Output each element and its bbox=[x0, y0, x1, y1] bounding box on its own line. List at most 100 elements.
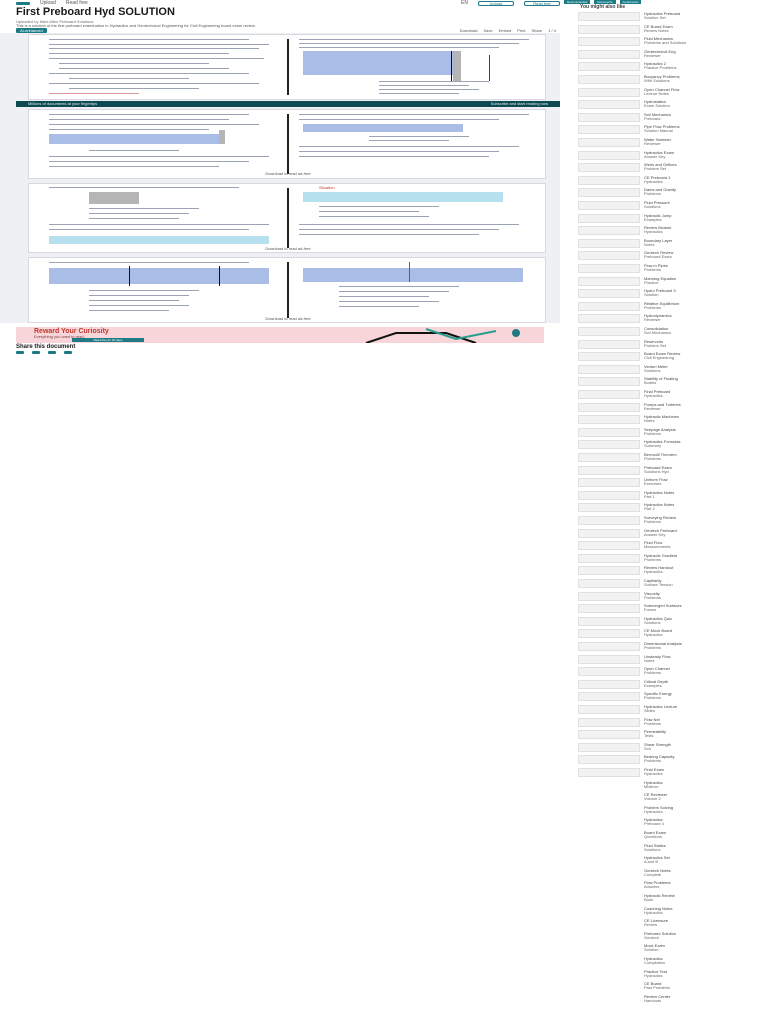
recommendation-item[interactable]: Preboard Solution Geotech bbox=[578, 932, 758, 941]
recommendation-item[interactable]: Fluid Flow Measurements bbox=[578, 541, 758, 551]
recommendation-item[interactable]: Hydraulics Preboard 4 bbox=[578, 818, 758, 827]
document-thumbnail[interactable] bbox=[578, 692, 640, 702]
recommendation-item[interactable]: Buoyancy Problems With Solutions bbox=[578, 75, 758, 84]
recommendation-item[interactable]: Open Channel Problems bbox=[578, 667, 758, 677]
document-thumbnail[interactable] bbox=[578, 402, 640, 412]
recommendation-item[interactable]: CE Mock Board Hydraulics bbox=[578, 629, 758, 639]
document-thumbnail[interactable] bbox=[578, 62, 640, 72]
recommendation-item[interactable]: Consolidation Soil Mechanics bbox=[578, 327, 758, 336]
read-free-button[interactable]: Read free bbox=[524, 0, 560, 6]
recommendation-item[interactable]: Hydrodynamics Reviewer bbox=[578, 314, 758, 324]
recommendation-item[interactable]: Soil Mechanics Preboard bbox=[578, 112, 758, 122]
recommendation-item[interactable]: Viscosity Problems bbox=[578, 591, 758, 601]
nav-link-upload[interactable]: Upload bbox=[40, 0, 56, 6]
recommendation-item[interactable]: Reservoirs Problem Set bbox=[578, 339, 758, 349]
document-thumbnail[interactable] bbox=[578, 604, 640, 614]
document-thumbnail[interactable] bbox=[578, 453, 640, 462]
recommendation-item[interactable]: Hydraulics Set A and B bbox=[578, 856, 758, 865]
promo-cta-button[interactable]: Read free for 30 days bbox=[72, 338, 144, 342]
read-more-link[interactable]: Download to read ad-free bbox=[29, 172, 547, 176]
document-thumbnail[interactable] bbox=[578, 415, 640, 425]
document-thumbnail[interactable] bbox=[578, 654, 640, 664]
recommendation-item[interactable]: Manning Equation Practice bbox=[578, 276, 758, 286]
document-thumbnail[interactable] bbox=[578, 138, 640, 147]
recommendation-item[interactable]: Bearing Capacity Problems bbox=[578, 755, 758, 765]
recommendation-item[interactable]: Final Preboard Hydraulics bbox=[578, 390, 758, 399]
recommendation-item[interactable]: Fluid Mechanics Problems and Solutions bbox=[578, 37, 758, 47]
document-thumbnail[interactable] bbox=[578, 175, 640, 185]
recommendation-item[interactable]: Geotechnical Eng Reviewer bbox=[578, 49, 758, 59]
document-thumbnail[interactable] bbox=[578, 251, 640, 261]
recommendation-item[interactable]: Pumps and Turbines Reviewer bbox=[578, 402, 758, 412]
banner-right-text[interactable]: Subscribe and start reading now bbox=[491, 102, 548, 106]
document-thumbnail[interactable] bbox=[578, 755, 640, 765]
upload-button[interactable]: Upload bbox=[478, 0, 514, 6]
recommendation-item[interactable]: Hydro Preboard 3 Solution bbox=[578, 289, 758, 299]
recommendation-item[interactable]: Hydraulics 2 Practice Problems bbox=[578, 62, 758, 72]
recommendation-item[interactable]: Hydraulics Formulas Summary bbox=[578, 440, 758, 450]
recommendation-item[interactable]: Flow in Pipes Problems bbox=[578, 264, 758, 273]
document-thumbnail[interactable] bbox=[578, 679, 640, 689]
document-thumbnail[interactable] bbox=[578, 301, 640, 311]
recommendation-item[interactable]: Flow Problems Answers bbox=[578, 881, 758, 890]
document-thumbnail[interactable] bbox=[578, 717, 640, 727]
recommendation-item[interactable]: Problem Solving Hydraulics bbox=[578, 806, 758, 815]
recommendation-item[interactable]: Hydrostatics Exam Solution bbox=[578, 100, 758, 110]
facebook-icon[interactable] bbox=[16, 351, 24, 354]
recommendation-item[interactable]: Final Exam Hydraulics bbox=[578, 768, 758, 777]
mail-icon[interactable] bbox=[64, 351, 72, 354]
document-thumbnail[interactable] bbox=[578, 289, 640, 299]
recommendation-item[interactable]: Practice Test Hydraulics bbox=[578, 970, 758, 979]
recommendation-item[interactable]: Board Exam Questions bbox=[578, 831, 758, 840]
recommendation-item[interactable]: Stability of Floating Bodies bbox=[578, 377, 758, 387]
document-thumbnail[interactable] bbox=[578, 264, 640, 273]
recommendation-item[interactable]: Unsteady Flow Notes bbox=[578, 654, 758, 664]
document-thumbnail[interactable] bbox=[578, 75, 640, 84]
document-thumbnail[interactable] bbox=[578, 390, 640, 399]
document-thumbnail[interactable] bbox=[578, 667, 640, 677]
language-selector[interactable]: EN bbox=[461, 0, 468, 6]
document-thumbnail[interactable] bbox=[578, 742, 640, 752]
recommendation-item[interactable]: Weirs and Orifices Problem Set bbox=[578, 163, 758, 173]
document-thumbnail[interactable] bbox=[578, 364, 640, 374]
recommendation-item[interactable]: Submerged Surfaces Forces bbox=[578, 604, 758, 614]
recommendation-item[interactable]: Coaching Notes Hydraulics bbox=[578, 907, 758, 916]
recommendation-item[interactable]: Dams and Gravity Problems bbox=[578, 188, 758, 198]
recommendation-item[interactable]: Hydraulics Exam Answer Key bbox=[578, 150, 758, 160]
document-thumbnail[interactable] bbox=[578, 516, 640, 525]
document-thumbnail[interactable] bbox=[578, 591, 640, 601]
document-thumbnail[interactable] bbox=[578, 188, 640, 198]
recommendation-item[interactable]: Open Channel Flow Lecture Notes bbox=[578, 87, 758, 97]
recommendation-item[interactable]: Review Center Handouts bbox=[578, 995, 758, 1004]
document-thumbnail[interactable] bbox=[578, 465, 640, 475]
linkedin-icon[interactable] bbox=[48, 351, 56, 354]
recommendation-item[interactable]: Geotech Preboard Answer Key bbox=[578, 528, 758, 538]
document-thumbnail[interactable] bbox=[578, 352, 640, 362]
document-thumbnail[interactable] bbox=[578, 339, 640, 349]
recommendation-item[interactable]: Hydraulics Lecture Slides bbox=[578, 705, 758, 714]
recommendation-item[interactable]: Dimensional Analysis Problems bbox=[578, 642, 758, 651]
document-thumbnail[interactable] bbox=[578, 427, 640, 437]
recommendation-item[interactable]: Flow Net Problems bbox=[578, 717, 758, 727]
recommendation-item[interactable]: Hydraulics Compilation bbox=[578, 957, 758, 966]
read-more-link[interactable]: Download to read ad-free bbox=[29, 247, 547, 251]
document-thumbnail[interactable] bbox=[578, 616, 640, 626]
recommendation-item[interactable]: Mock Exam Solution bbox=[578, 944, 758, 953]
recommendation-item[interactable]: Geotech Review Preboard Exam bbox=[578, 251, 758, 261]
document-thumbnail[interactable] bbox=[578, 314, 640, 324]
document-thumbnail[interactable] bbox=[578, 478, 640, 488]
document-thumbnail[interactable] bbox=[578, 226, 640, 236]
document-thumbnail[interactable] bbox=[578, 213, 640, 223]
read-more-link[interactable]: Download to read ad-free bbox=[29, 317, 547, 321]
recommendation-item[interactable]: CE Preboard 2 Hydraulics bbox=[578, 175, 758, 185]
recommendation-item[interactable]: Bernoulli Theorem Problems bbox=[578, 453, 758, 462]
document-thumbnail[interactable] bbox=[578, 49, 640, 59]
document-thumbnail[interactable] bbox=[578, 730, 640, 740]
recommendation-item[interactable]: Permeability Tests bbox=[578, 730, 758, 740]
document-thumbnail[interactable] bbox=[578, 37, 640, 47]
document-thumbnail[interactable] bbox=[578, 276, 640, 286]
document-thumbnail[interactable] bbox=[578, 553, 640, 563]
document-thumbnail[interactable] bbox=[578, 503, 640, 513]
recommendation-item[interactable]: Seepage Analysis Problems bbox=[578, 427, 758, 437]
recommendation-item[interactable]: Review Handout Hydraulics bbox=[578, 566, 758, 576]
